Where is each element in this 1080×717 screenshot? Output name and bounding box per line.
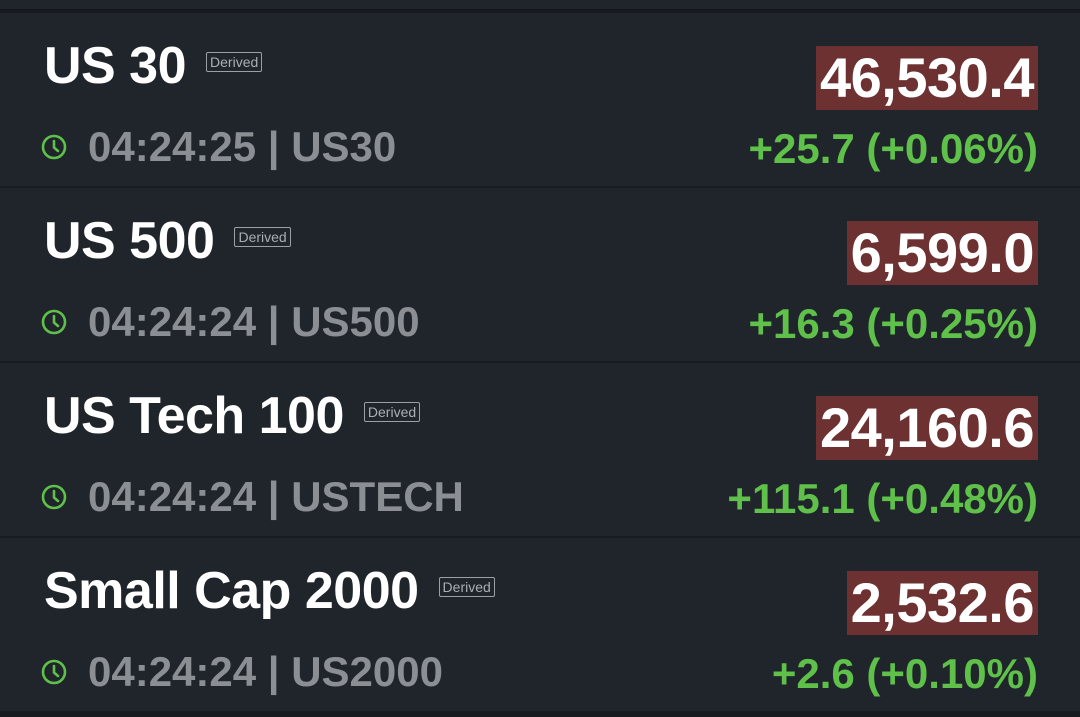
- price-value: 2,532.6: [846, 571, 1038, 635]
- price-change: +2.6 (+0.10%): [771, 650, 1038, 697]
- instrument-title: US 30 Derived: [44, 37, 263, 95]
- top-divider: [0, 0, 1080, 11]
- time-symbol-text: 04:24:25 | US30: [88, 123, 397, 170]
- clock-icon: [41, 134, 67, 160]
- quote-meta: 04:24:24 | US2000: [40, 651, 443, 693]
- price-change: +115.1 (+0.48%): [727, 475, 1038, 522]
- quote-row-ustech[interactable]: US Tech 100 Derived 04:24:24 | USTECH 24…: [0, 363, 1080, 536]
- time-symbol-text: 04:24:24 | US2000: [88, 648, 443, 695]
- quote-row-us2000[interactable]: Small Cap 2000 Derived 04:24:24 | US2000…: [0, 538, 1080, 711]
- quote-meta: 04:24:25 | US30: [40, 126, 396, 168]
- instrument-name: US 500: [44, 212, 215, 270]
- clock-icon: [41, 484, 67, 510]
- quote-row-us500[interactable]: US 500 Derived 04:24:24 | US500 6,599.0 …: [0, 188, 1080, 361]
- derived-badge: Derived: [234, 227, 291, 247]
- instrument-name: US 30: [44, 37, 187, 95]
- price-value: 24,160.6: [816, 396, 1038, 460]
- quotes-list: US 30 Derived 04:24:25 | US30 46,530.4 +…: [0, 0, 1080, 717]
- clock-icon: [41, 309, 67, 335]
- time-symbol-text: 04:24:24 | USTECH: [88, 473, 464, 520]
- price-change: +16.3 (+0.25%): [748, 300, 1038, 347]
- derived-badge: Derived: [438, 577, 495, 597]
- derived-badge: Derived: [206, 52, 263, 72]
- instrument-title: Small Cap 2000 Derived: [44, 565, 495, 617]
- price-value: 6,599.0: [846, 221, 1038, 285]
- quote-meta: 04:24:24 | US500: [40, 301, 420, 343]
- instrument-name: US Tech 100: [44, 387, 344, 445]
- instrument-name: Small Cap 2000: [44, 562, 419, 620]
- clock-icon: [41, 659, 67, 685]
- quote-meta: 04:24:24 | USTECH: [40, 476, 464, 518]
- price-change: +25.7 (+0.06%): [748, 125, 1038, 172]
- price-value: 46,530.4: [816, 46, 1038, 110]
- instrument-title: US Tech 100 Derived: [44, 387, 421, 445]
- derived-badge: Derived: [363, 402, 421, 422]
- instrument-title: US 500 Derived: [44, 215, 291, 267]
- quote-row-us30[interactable]: US 30 Derived 04:24:25 | US30 46,530.4 +…: [0, 13, 1080, 186]
- time-symbol-text: 04:24:24 | US500: [88, 298, 420, 345]
